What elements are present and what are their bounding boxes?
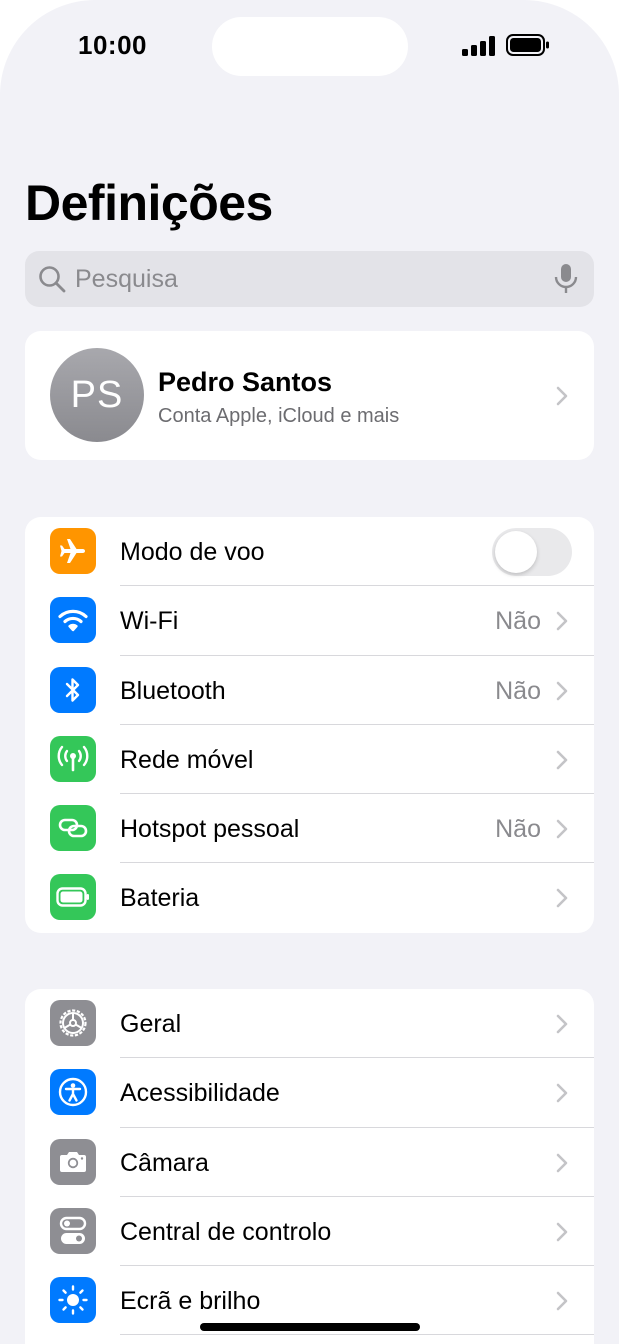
- hotspot-icon: [50, 805, 96, 852]
- avatar: PS: [50, 348, 144, 442]
- airplane-mode-toggle[interactable]: [492, 528, 572, 576]
- row-label: Central de controlo: [120, 1217, 332, 1246]
- settings-row-battery[interactable]: Bateria: [25, 863, 594, 932]
- bluetooth-icon: [50, 666, 96, 713]
- row-label: Rede móvel: [120, 745, 254, 774]
- antenna-icon: [50, 735, 96, 782]
- general-group: Geral Acessibilidade Câmara Central de c…: [25, 989, 594, 1344]
- search-icon: [39, 266, 66, 293]
- chevron-right-icon: [556, 1153, 568, 1173]
- chevron-right-icon: [556, 1222, 568, 1242]
- profile-subtitle: Conta Apple, iCloud e mais: [158, 405, 400, 427]
- connectivity-group: Modo de voo Wi-Fi Não Bluetooth Não Rede…: [25, 517, 594, 933]
- chevron-right-icon: [556, 611, 568, 631]
- gear-icon: [50, 1000, 96, 1046]
- battery-status-icon: [506, 34, 549, 56]
- status-time: 10:00: [78, 30, 147, 60]
- battery-icon: [50, 874, 96, 921]
- profile-name: Pedro Santos: [158, 367, 333, 397]
- chevron-right-icon: [556, 819, 568, 839]
- settings-row-mobile-network[interactable]: Rede móvel: [25, 725, 594, 795]
- page-title: Definições: [25, 175, 273, 231]
- camera-icon: [50, 1138, 96, 1185]
- airplane-icon: [50, 528, 96, 574]
- settings-row-camera[interactable]: Câmara: [25, 1128, 594, 1197]
- chevron-right-icon: [556, 750, 568, 770]
- row-label: Wi-Fi: [120, 607, 179, 636]
- row-value: Não: [495, 607, 541, 636]
- wifi-icon: [50, 597, 96, 644]
- row-label: Acessibilidade: [120, 1079, 280, 1108]
- settings-row-airplane-mode: Modo de voo: [25, 517, 594, 587]
- row-label: Ecrã e brilho: [120, 1287, 261, 1316]
- chevron-right-icon: [556, 1083, 568, 1103]
- chevron-right-icon: [556, 888, 568, 908]
- row-label: Modo de voo: [120, 538, 265, 566]
- row-value: Não: [495, 676, 541, 705]
- row-label: Bateria: [120, 884, 200, 913]
- settings-screen: 10:00 Definições Pesquisa PS Pedro Santo…: [0, 0, 619, 1344]
- cellular-signal-icon: [462, 36, 495, 56]
- settings-row-accessibility[interactable]: Acessibilidade: [25, 1058, 594, 1128]
- status-bar: 10:00: [0, 0, 619, 92]
- chevron-right-icon: [556, 1014, 568, 1034]
- home-indicator[interactable]: [200, 1323, 420, 1331]
- accessibility-icon: [50, 1069, 96, 1116]
- settings-row-bluetooth[interactable]: Bluetooth Não: [25, 656, 594, 725]
- apple-account-row[interactable]: PS Pedro Santos Conta Apple, iCloud e ma…: [25, 331, 594, 460]
- settings-row-personal-hotspot[interactable]: Hotspot pessoal Não: [25, 794, 594, 864]
- row-label: Câmara: [120, 1148, 209, 1177]
- microphone-icon[interactable]: [553, 263, 579, 295]
- control-center-icon: [50, 1207, 96, 1254]
- chevron-right-icon: [556, 681, 568, 701]
- brightness-icon: [50, 1277, 96, 1324]
- row-label: Bluetooth: [120, 676, 226, 705]
- search-input[interactable]: Pesquisa: [25, 251, 594, 307]
- chevron-right-icon: [556, 1291, 568, 1311]
- settings-row-control-center[interactable]: Central de controlo: [25, 1197, 594, 1267]
- dynamic-island: [212, 17, 408, 76]
- row-label: Geral: [120, 1010, 182, 1038]
- settings-row-general[interactable]: Geral: [25, 989, 594, 1059]
- search-placeholder: Pesquisa: [75, 265, 178, 293]
- chevron-right-icon: [556, 386, 568, 406]
- row-value: Não: [495, 815, 541, 844]
- row-label: Hotspot pessoal: [120, 815, 300, 844]
- settings-row-wifi[interactable]: Wi-Fi Não: [25, 586, 594, 656]
